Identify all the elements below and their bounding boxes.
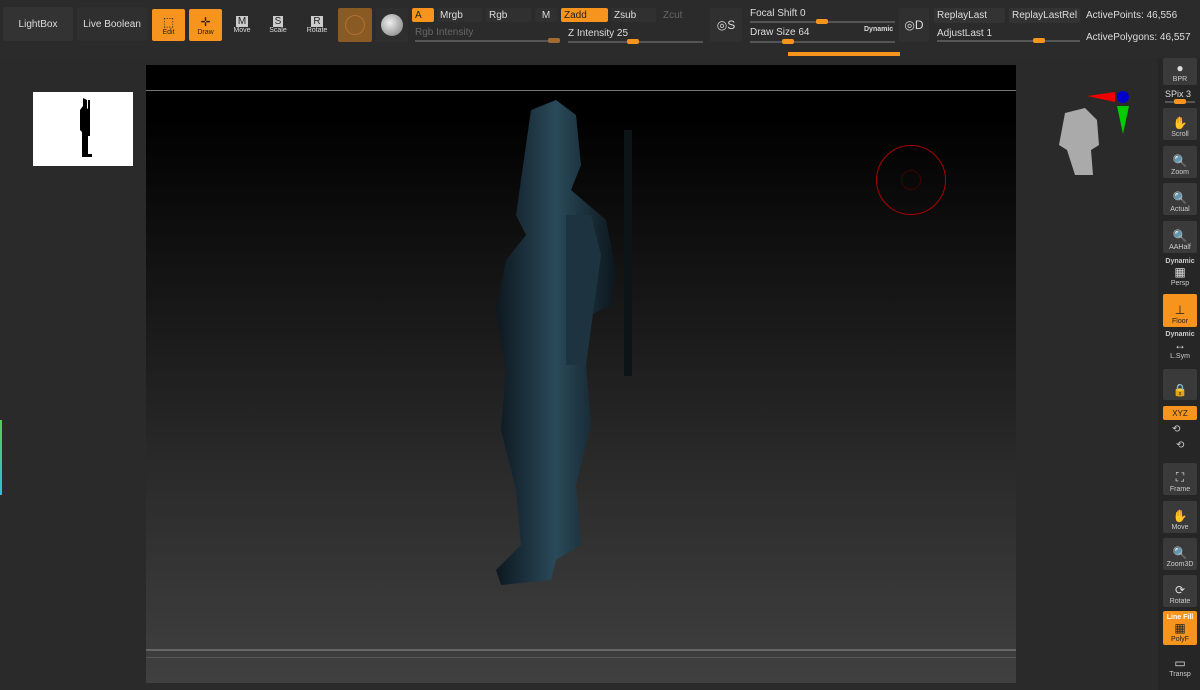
- zadd-button[interactable]: Zadd: [561, 8, 608, 22]
- move-view-button[interactable]: ✋ Move: [1163, 501, 1197, 533]
- left-tray-handle[interactable]: [0, 420, 2, 495]
- replay-last-button[interactable]: ReplayLast: [934, 8, 1005, 23]
- navigator-thumbnail[interactable]: [33, 92, 133, 166]
- rgb-intensity-label: Rgb Intensity: [415, 27, 474, 38]
- z-intensity-label: Z Intensity 25: [568, 28, 629, 39]
- scale-icon: S: [272, 16, 284, 27]
- draw-button[interactable]: ✛ Draw: [189, 9, 222, 41]
- frame-button[interactable]: ⛶ Frame: [1163, 463, 1197, 495]
- zsub-button[interactable]: Zsub: [611, 8, 656, 22]
- grid-perspective-icon: ▦: [1174, 265, 1186, 279]
- rotate-button[interactable]: R Rotate: [302, 10, 332, 40]
- scroll-button[interactable]: ✋ Scroll: [1163, 108, 1197, 140]
- m-button[interactable]: M: [535, 8, 557, 22]
- sphere-icon: [381, 14, 403, 36]
- dynamic-toggle[interactable]: Dynamic: [864, 26, 893, 33]
- rotate-xyz-button[interactable]: XYZ: [1163, 406, 1197, 420]
- silhouette-icon: [80, 98, 92, 157]
- magnifier-actual-icon: 🔍: [1172, 191, 1188, 205]
- edit-icon: ⬚: [162, 14, 175, 29]
- focal-shift-label: Focal Shift 0: [750, 8, 806, 19]
- rotate-icon: R: [311, 16, 323, 27]
- active-polygons: ActivePolygons: 46,557: [1086, 32, 1191, 43]
- floor-icon: ⊥: [1174, 303, 1186, 317]
- draw-size-label: Draw Size 64: [750, 27, 810, 38]
- actual-button[interactable]: 🔍 Actual: [1163, 183, 1197, 215]
- frame-icon: ⛶: [1175, 470, 1185, 484]
- active-indicator-bar: [788, 52, 900, 56]
- lock-camera-icon: 🔒: [1172, 383, 1188, 397]
- bpr-sphere-icon: ●: [1176, 61, 1184, 75]
- symmetry-arrows-icon: ↔: [1174, 338, 1186, 352]
- polyframe-grid-icon: ▦: [1174, 621, 1186, 635]
- move-icon: M: [235, 16, 249, 27]
- rotate-z-icon[interactable]: ⟲: [1176, 440, 1184, 451]
- draw-size-slider[interactable]: [750, 39, 895, 44]
- brush-cursor: [876, 145, 946, 215]
- focal-shift-slider[interactable]: [750, 19, 895, 24]
- material-sphere-icon: [345, 15, 365, 35]
- lazy-mouse-d-button[interactable]: ◎D: [899, 8, 929, 42]
- rotate-y-icon[interactable]: ⟲: [1172, 424, 1180, 435]
- rgb-button[interactable]: Rgb: [486, 8, 531, 22]
- edit-button[interactable]: ⬚ Edit: [152, 9, 185, 41]
- aahalf-button[interactable]: 🔍 AAHalf: [1163, 221, 1197, 253]
- material-button[interactable]: [338, 8, 372, 42]
- brush-d-icon: ◎D: [904, 18, 924, 32]
- bpr-button[interactable]: ● BPR: [1163, 58, 1197, 85]
- transp-button[interactable]: ▭ Transp: [1163, 652, 1197, 680]
- zoom3d-icon: 🔍: [1172, 546, 1188, 560]
- move-button[interactable]: M Move: [228, 10, 256, 40]
- zoom3d-button[interactable]: 🔍 Zoom3D: [1163, 538, 1197, 570]
- active-points: ActivePoints: 46,556: [1086, 10, 1178, 21]
- magnifier-icon: 🔍: [1172, 154, 1188, 168]
- live-boolean-button[interactable]: Live Boolean: [77, 7, 147, 41]
- magnifier-half-icon: 🔍: [1172, 229, 1188, 243]
- hand-icon: ✋: [1172, 116, 1188, 130]
- head-orientation-gizmo[interactable]: [1045, 88, 1135, 188]
- lsym-button[interactable]: Dynamic ↔ L.Sym: [1163, 330, 1197, 362]
- spix-slider[interactable]: [1165, 99, 1195, 104]
- move-hand-icon: ✋: [1172, 509, 1188, 523]
- scale-button[interactable]: S Scale: [264, 10, 292, 40]
- texture-button[interactable]: [376, 8, 408, 42]
- adjust-last-label: AdjustLast 1: [937, 28, 993, 39]
- mrgb-button[interactable]: Mrgb: [437, 8, 482, 22]
- rotate-icon: ⟳: [1174, 583, 1186, 597]
- lightbox-button[interactable]: LightBox: [3, 7, 73, 41]
- zoom-button[interactable]: 🔍 Zoom: [1163, 146, 1197, 178]
- draw-icon: ✛: [200, 14, 211, 29]
- lazy-mouse-s-button[interactable]: ◎S: [710, 8, 742, 42]
- zcut-button[interactable]: Zcut: [660, 8, 705, 22]
- replay-last-rel-button[interactable]: ReplayLastRel: [1009, 8, 1080, 23]
- z-intensity-slider[interactable]: [568, 39, 703, 44]
- adjust-last-slider[interactable]: [937, 38, 1080, 43]
- persp-button[interactable]: Dynamic ▦ Persp: [1163, 257, 1197, 289]
- transparency-icon: ▭: [1174, 656, 1186, 670]
- local-transform-button[interactable]: 🔒: [1163, 369, 1197, 400]
- brush-s-icon: ◎S: [716, 18, 736, 32]
- a-button[interactable]: A: [412, 8, 434, 22]
- spix-label: SPix 3: [1165, 89, 1192, 99]
- viewport-canvas[interactable]: [146, 65, 1016, 683]
- rotate-view-button[interactable]: ⟳ Rotate: [1163, 575, 1197, 607]
- floor-button[interactable]: ⊥ Floor: [1163, 294, 1197, 327]
- polyf-button[interactable]: Line Fill ▦ PolyF: [1163, 611, 1197, 645]
- rgb-intensity-slider[interactable]: [415, 38, 560, 43]
